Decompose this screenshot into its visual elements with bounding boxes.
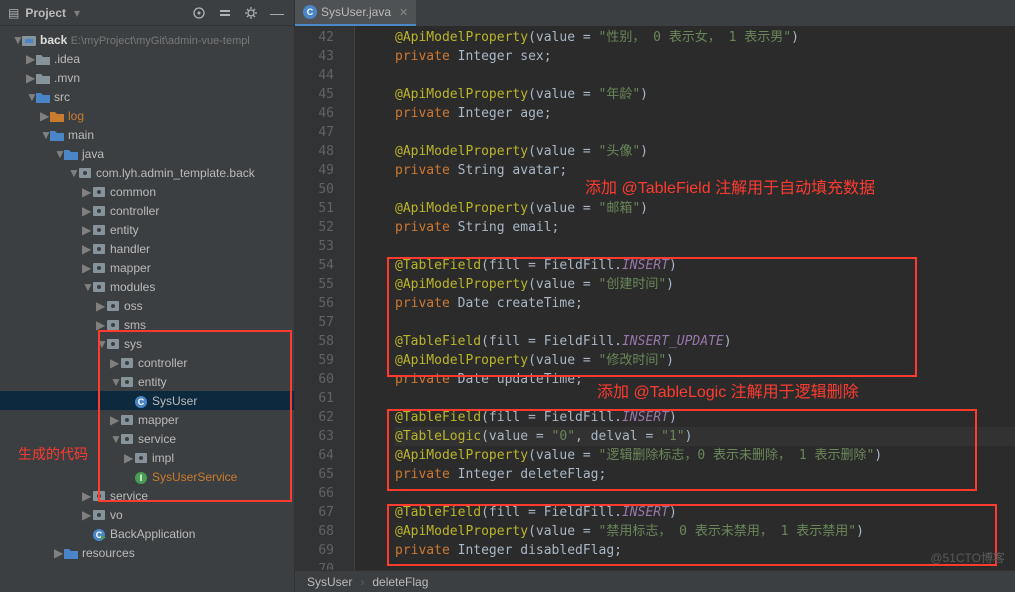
tree-item-vo[interactable]: ▶vo (0, 505, 294, 524)
watermark: @51CTO博客 (930, 549, 1005, 566)
svg-text:I: I (140, 473, 143, 483)
tree-item-oss[interactable]: ▶oss (0, 296, 294, 315)
tree-item-common[interactable]: ▶common (0, 182, 294, 201)
tree-item-sysuser[interactable]: CSysUser (0, 391, 294, 410)
dropdown-icon[interactable]: ▾ (74, 6, 80, 20)
tree-item-backapplication[interactable]: CBackApplication (0, 524, 294, 543)
project-sidebar: ▤ Project ▾ — ▼back E:\myProject\myGit\a… (0, 0, 295, 592)
svg-text:C: C (138, 397, 145, 407)
tree-item-controller[interactable]: ▶controller (0, 201, 294, 220)
tree-item-resources[interactable]: ▶resources (0, 543, 294, 562)
code-editor[interactable]: 4243444546474849505152535455565758596061… (295, 26, 1015, 570)
annotation-label-2: 添加 @TableLogic 注解用于逻辑删除 (597, 378, 859, 402)
hide-icon[interactable]: — (266, 2, 288, 24)
tree-item-back[interactable]: ▼back E:\myProject\myGit\admin-vue-templ (0, 30, 294, 49)
line-gutter: 4243444546474849505152535455565758596061… (295, 26, 355, 570)
tree-item-java[interactable]: ▼java (0, 144, 294, 163)
tree-item-entity[interactable]: ▶entity (0, 220, 294, 239)
crumb-class[interactable]: SysUser (307, 575, 352, 589)
collapse-icon[interactable] (214, 2, 236, 24)
tab-sysuser[interactable]: C SysUser.java ✕ (295, 0, 416, 26)
tree-item-service[interactable]: ▶service (0, 486, 294, 505)
tree-item--idea[interactable]: ▶.idea (0, 49, 294, 68)
tree-item-entity[interactable]: ▼entity (0, 372, 294, 391)
tree-item-sysuserservice[interactable]: ISysUserService (0, 467, 294, 486)
tree-item-main[interactable]: ▼main (0, 125, 294, 144)
tree-item-mapper[interactable]: ▶mapper (0, 258, 294, 277)
tab-label: SysUser.java (321, 5, 391, 19)
editor-tabs: C SysUser.java ✕ (295, 0, 1015, 26)
project-label: Project (25, 6, 66, 20)
tree-item-mapper[interactable]: ▶mapper (0, 410, 294, 429)
tree-item-src[interactable]: ▼src (0, 87, 294, 106)
java-class-icon: C (303, 5, 317, 19)
chevron-right-icon: › (360, 575, 364, 589)
gear-icon[interactable] (240, 2, 262, 24)
tree-item-handler[interactable]: ▶handler (0, 239, 294, 258)
project-tree[interactable]: ▼back E:\myProject\myGit\admin-vue-templ… (0, 26, 294, 562)
crumb-member[interactable]: deleteFlag (372, 575, 428, 589)
code-content[interactable]: @ApiModelProperty(value = "性别， 0 表示女， 1 … (355, 26, 1015, 570)
tree-item-com-lyh-admin_template-back[interactable]: ▼com.lyh.admin_template.back (0, 163, 294, 182)
project-tool-icon: ▤ (8, 6, 19, 20)
locate-icon[interactable] (188, 2, 210, 24)
breadcrumb[interactable]: SysUser › deleteFlag (295, 570, 1015, 592)
tree-item-sys[interactable]: ▼sys (0, 334, 294, 353)
annotation-label-1: 添加 @TableField 注解用于自动填充数据 (585, 174, 875, 198)
annotation-label-generated: 生成的代码 (18, 444, 88, 464)
close-icon[interactable]: ✕ (399, 6, 408, 19)
editor-area: C SysUser.java ✕ 42434445464748495051525… (295, 0, 1015, 592)
tree-item-controller[interactable]: ▶controller (0, 353, 294, 372)
tree-item-log[interactable]: ▶log (0, 106, 294, 125)
sidebar-header: ▤ Project ▾ — (0, 0, 294, 26)
tree-item-sms[interactable]: ▶sms (0, 315, 294, 334)
tree-item-modules[interactable]: ▼modules (0, 277, 294, 296)
tree-item--mvn[interactable]: ▶.mvn (0, 68, 294, 87)
